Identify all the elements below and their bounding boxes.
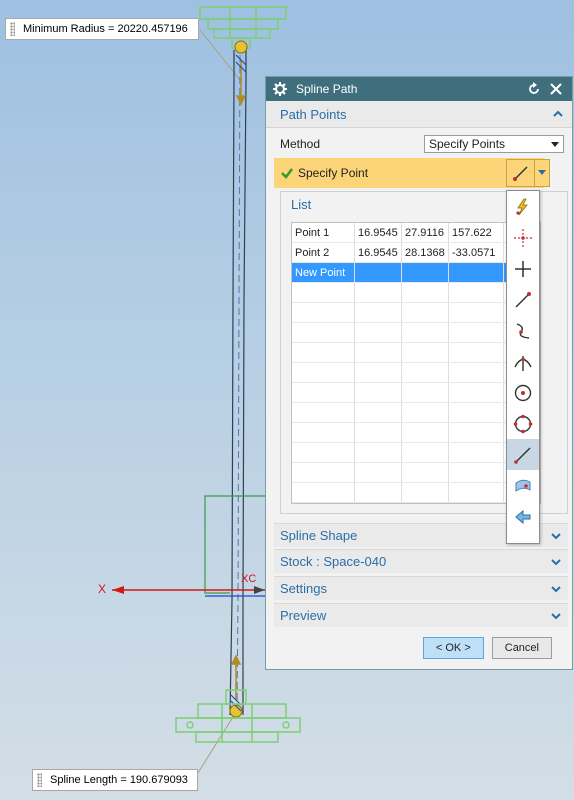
table-cell: -33.0571 xyxy=(448,242,504,263)
table-cell xyxy=(401,262,449,283)
table-cell: Point 1 xyxy=(292,223,355,243)
specify-point-row[interactable]: Specify Point xyxy=(274,158,544,188)
existing-point-icon xyxy=(515,260,531,277)
settings-label: Settings xyxy=(280,581,327,596)
palette-item-intersection[interactable] xyxy=(507,346,539,377)
checkmark-icon xyxy=(281,168,293,179)
minimum-radius-text: Minimum Radius = 20220.457196 xyxy=(23,23,188,35)
stock-label: Stock : Space-040 xyxy=(280,554,387,569)
table-cell: 28.1368 xyxy=(401,242,449,263)
palette-item-endpoint[interactable] xyxy=(507,284,539,315)
table-cell: 16.9545 xyxy=(354,223,402,243)
table-cell: 27.9116 xyxy=(401,223,449,243)
palette-item-point-on-curve[interactable] xyxy=(507,439,539,470)
gear-icon xyxy=(272,81,288,97)
point-on-curve-icon xyxy=(514,447,531,464)
empty-row xyxy=(292,322,540,343)
chevron-down-icon[interactable] xyxy=(550,610,562,622)
table-row-selected[interactable]: New Point xyxy=(292,262,540,283)
point-type-dropdown[interactable] xyxy=(506,159,550,187)
table-cell: Point 2 xyxy=(292,242,355,263)
palette-item-quadrant[interactable] xyxy=(507,408,539,439)
path-points-title: Path Points xyxy=(280,106,347,122)
method-select[interactable]: Specify Points xyxy=(424,135,564,153)
arrow-left-icon xyxy=(515,509,531,524)
method-row: Method Specify Points xyxy=(266,132,572,156)
ok-button[interactable]: < OK > xyxy=(422,637,484,659)
points-table[interactable]: Point 1 16.9545 27.9116 157.622 Point 2 … xyxy=(291,222,541,504)
specify-point-label: Specify Point xyxy=(298,166,369,180)
method-label: Method xyxy=(280,137,321,151)
empty-row xyxy=(292,362,540,383)
x-axis-label: X xyxy=(98,582,107,596)
spline-length-callout[interactable]: Spline Length = 190.679093 xyxy=(32,769,198,791)
close-icon[interactable] xyxy=(546,79,566,99)
preview-label: Preview xyxy=(280,608,327,623)
spline-path-dialog: Spline Path Path Points Method Specify P… xyxy=(265,76,573,670)
palette-item-existing[interactable] xyxy=(507,253,539,284)
empty-row xyxy=(292,402,540,423)
empty-row xyxy=(292,282,540,303)
dialog-title-bar[interactable]: Spline Path xyxy=(266,77,572,101)
table-cell: 16.9545 xyxy=(354,242,402,263)
drag-grip-icon[interactable] xyxy=(37,773,42,787)
palette-item-inferred[interactable] xyxy=(507,191,539,222)
minimum-radius-callout[interactable]: Minimum Radius = 20220.457196 xyxy=(5,18,199,40)
path-points-header[interactable]: Path Points xyxy=(266,101,572,128)
cursor-location-icon xyxy=(514,228,532,247)
palette-item-control[interactable] xyxy=(507,315,539,346)
end-point-icon xyxy=(515,291,531,307)
spline-length-text: Spline Length = 190.679093 xyxy=(50,774,188,786)
chevron-down-icon[interactable] xyxy=(550,556,562,568)
preview-section[interactable]: Preview xyxy=(274,603,568,627)
list-title: List xyxy=(291,196,312,212)
control-point-icon xyxy=(516,322,530,339)
empty-row xyxy=(292,442,540,463)
empty-row xyxy=(292,342,540,363)
table-cell xyxy=(448,262,504,283)
empty-row xyxy=(292,462,540,483)
chevron-down-icon[interactable] xyxy=(534,160,549,186)
table-row[interactable]: Point 1 16.9545 27.9116 157.622 xyxy=(292,223,540,243)
empty-row xyxy=(292,422,540,443)
palette-item-arc-center[interactable] xyxy=(507,377,539,408)
inferred-point-icon xyxy=(516,198,528,215)
intersection-point-icon xyxy=(514,355,532,371)
reset-icon[interactable] xyxy=(524,79,544,99)
chevron-up-icon[interactable] xyxy=(552,108,564,120)
two-point-line-icon xyxy=(507,160,534,186)
drag-grip-icon[interactable] xyxy=(10,22,15,36)
palette-item-back[interactable] xyxy=(507,501,539,532)
empty-row xyxy=(292,302,540,323)
table-cell: New Point xyxy=(292,262,355,283)
stock-section[interactable]: Stock : Space-040 xyxy=(274,549,568,573)
arc-center-icon xyxy=(514,384,532,401)
dialog-buttons: < OK > Cancel xyxy=(266,637,572,661)
chevron-down-icon[interactable] xyxy=(550,583,562,595)
point-on-face-icon xyxy=(515,479,531,492)
point-type-palette xyxy=(506,190,540,544)
palette-item-cursor[interactable] xyxy=(507,222,539,253)
cancel-button[interactable]: Cancel xyxy=(491,637,552,659)
table-cell xyxy=(354,262,402,283)
table-row[interactable]: Point 2 16.9545 28.1368 -33.0571 xyxy=(292,242,540,263)
table-cell: 157.622 xyxy=(448,223,504,243)
empty-row xyxy=(292,382,540,403)
xc-axis-label: XC xyxy=(241,573,257,585)
method-select-value: Specify Points xyxy=(429,137,506,151)
dialog-title: Spline Path xyxy=(296,82,358,96)
chevron-down-icon[interactable] xyxy=(550,530,562,542)
settings-section[interactable]: Settings xyxy=(274,576,568,600)
empty-row xyxy=(292,482,540,503)
quadrant-point-icon xyxy=(513,414,533,433)
caret-down-icon xyxy=(551,141,559,147)
palette-item-point-on-face[interactable] xyxy=(507,470,539,501)
